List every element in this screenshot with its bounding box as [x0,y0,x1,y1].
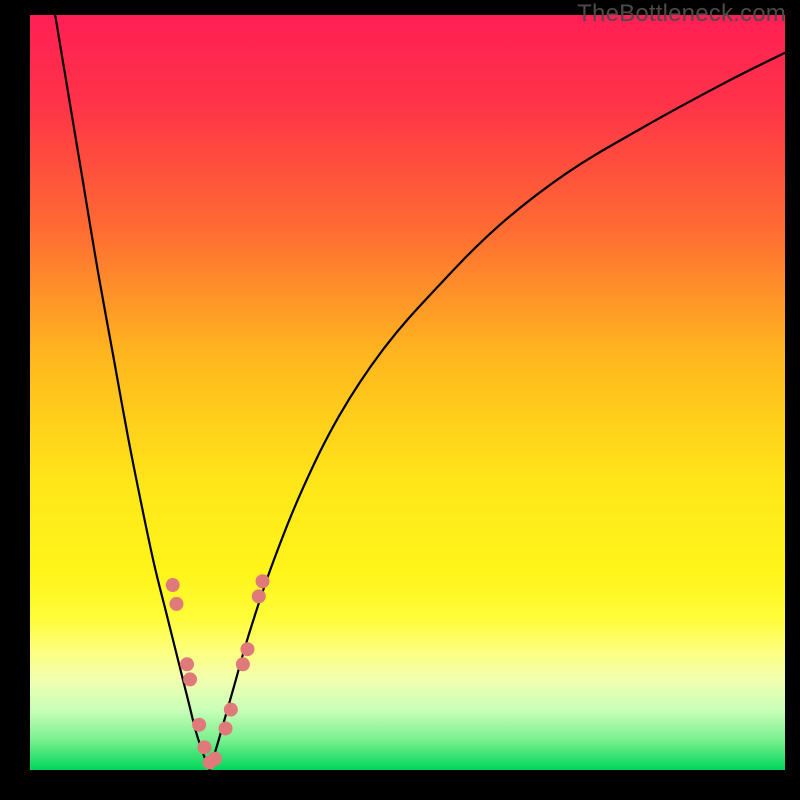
data-point [256,574,270,588]
data-point [166,578,180,592]
data-point [236,657,250,671]
data-point [224,703,238,717]
data-point [197,740,211,754]
chart-area [30,15,785,770]
data-point [180,657,194,671]
data-point [252,589,266,603]
data-point [183,672,197,686]
data-point [240,642,254,656]
data-point [208,752,222,766]
left-curve [53,15,210,770]
right-curve [210,53,785,770]
data-point [219,721,233,735]
data-point [192,718,206,732]
chart-lines [30,15,785,770]
watermark-text: TheBottleneck.com [577,0,786,28]
data-point [169,597,183,611]
